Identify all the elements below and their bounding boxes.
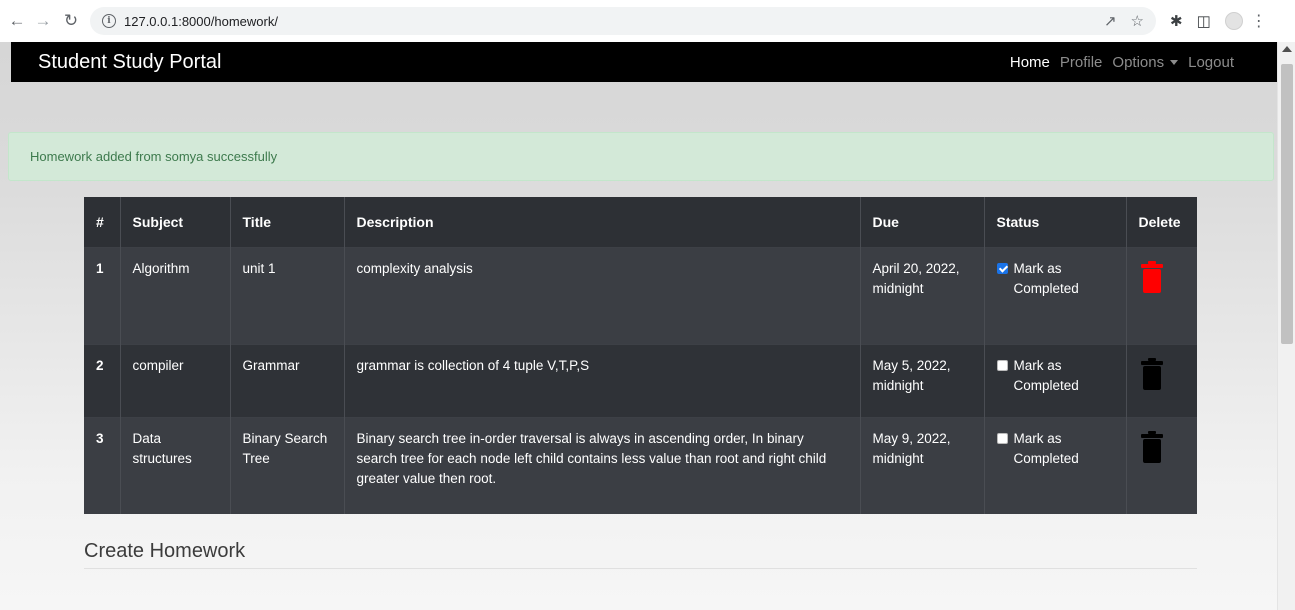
trash-icon[interactable] bbox=[1140, 260, 1163, 299]
nav-home-link[interactable]: Home bbox=[1010, 54, 1050, 71]
scrollbar-thumb[interactable] bbox=[1281, 64, 1293, 344]
address-bar[interactable]: i 127.0.0.1:8000/homework/ ↗ ☆ bbox=[90, 7, 1156, 35]
header-delete: Delete bbox=[1138, 214, 1181, 230]
completed-checkbox[interactable] bbox=[996, 432, 1008, 444]
table-row: 1 Algorithm unit 1 complexity analysis A… bbox=[84, 247, 1197, 344]
row-description: complexity analysis bbox=[344, 247, 861, 344]
homework-table: # Subject Title Description Due Status D… bbox=[84, 197, 1197, 514]
mark-completed-toggle[interactable]: Mark as Completed bbox=[996, 259, 1114, 299]
page-viewport: Student Study Portal Home Profile Option… bbox=[0, 42, 1277, 610]
row-title: Grammar bbox=[230, 344, 345, 417]
row-subject: Data structures bbox=[120, 417, 231, 514]
header-title: Title bbox=[230, 197, 345, 247]
scroll-up-arrow-icon[interactable] bbox=[1282, 46, 1292, 52]
nav-profile-link[interactable]: Profile bbox=[1060, 54, 1103, 71]
table-row: 3 Data structures Binary Search Tree Bin… bbox=[84, 417, 1197, 514]
profile-avatar-icon[interactable] bbox=[1224, 12, 1243, 30]
table-row: 2 compiler Grammar grammar is collection… bbox=[84, 344, 1197, 417]
success-alert: Homework added from somya successfully bbox=[8, 132, 1274, 181]
mark-completed-label: Mark as Completed bbox=[1013, 357, 1079, 393]
table-header-row: # Subject Title Description Due Status D… bbox=[84, 197, 1197, 247]
row-subject: Algorithm bbox=[120, 247, 231, 344]
header-due: Due bbox=[860, 197, 985, 247]
row-num: 1 bbox=[84, 247, 121, 344]
row-due: May 5, 2022, midnight bbox=[860, 344, 985, 417]
site-navbar: Student Study Portal Home Profile Option… bbox=[11, 42, 1277, 82]
row-num: 2 bbox=[84, 344, 121, 417]
header-subject: Subject bbox=[120, 197, 231, 247]
extensions-puzzle-icon[interactable]: ✱ bbox=[1170, 12, 1183, 30]
section-divider bbox=[84, 568, 1197, 569]
completed-checkbox[interactable] bbox=[996, 359, 1008, 371]
create-homework-heading: Create Homework bbox=[84, 540, 246, 562]
nav-logout-link[interactable]: Logout bbox=[1188, 54, 1234, 71]
mark-completed-toggle[interactable]: Mark as Completed bbox=[996, 429, 1114, 469]
row-status: Mark as Completed bbox=[984, 417, 1127, 514]
trash-icon[interactable] bbox=[1140, 430, 1163, 469]
alert-message: Homework added from somya successfully bbox=[30, 149, 278, 164]
row-num: 3 bbox=[84, 417, 121, 514]
reload-icon[interactable]: ↻ bbox=[60, 10, 82, 32]
row-delete bbox=[1126, 417, 1197, 514]
brand-title[interactable]: Student Study Portal bbox=[38, 51, 221, 74]
info-icon[interactable]: i bbox=[102, 14, 116, 28]
url-text[interactable]: 127.0.0.1:8000/homework/ bbox=[124, 14, 278, 29]
forward-arrow-icon[interactable]: → bbox=[32, 10, 54, 32]
side-panel-icon[interactable]: ◫ bbox=[1197, 12, 1211, 30]
row-status: Mark as Completed bbox=[984, 247, 1127, 344]
row-due: April 20, 2022, midnight bbox=[860, 247, 985, 344]
page-scrollbar[interactable] bbox=[1277, 42, 1295, 610]
header-description: Description bbox=[344, 197, 861, 247]
row-description: grammar is collection of 4 tuple V,T,P,S bbox=[344, 344, 861, 417]
trash-icon[interactable] bbox=[1140, 357, 1163, 396]
row-subject: compiler bbox=[120, 344, 231, 417]
nav-links: Home Profile Options Logout bbox=[1010, 42, 1234, 82]
header-num: # bbox=[84, 197, 121, 247]
back-arrow-icon[interactable]: ← bbox=[6, 10, 28, 32]
row-delete bbox=[1126, 344, 1197, 417]
row-title: unit 1 bbox=[230, 247, 345, 344]
nav-options-label: Options bbox=[1112, 53, 1165, 71]
browser-toolbar: ← → ↻ i 127.0.0.1:8000/homework/ ↗ ☆ ✱ ◫… bbox=[0, 0, 1295, 42]
mark-completed-toggle[interactable]: Mark as Completed bbox=[996, 356, 1114, 396]
completed-checkbox[interactable] bbox=[996, 262, 1008, 274]
row-due: May 9, 2022, midnight bbox=[860, 417, 985, 514]
nav-options-dropdown[interactable]: Options bbox=[1112, 53, 1179, 71]
row-title: Binary Search Tree bbox=[230, 417, 345, 514]
mark-completed-label: Mark as Completed bbox=[1013, 430, 1079, 466]
header-status: Status bbox=[984, 197, 1127, 247]
caret-down-icon bbox=[1170, 60, 1179, 66]
mark-completed-label: Mark as Completed bbox=[1013, 260, 1079, 296]
row-delete bbox=[1126, 247, 1197, 344]
row-status: Mark as Completed bbox=[984, 344, 1127, 417]
row-description: Binary search tree in-order traversal is… bbox=[344, 417, 861, 514]
share-icon[interactable]: ↗ bbox=[1104, 12, 1117, 30]
more-menu-icon[interactable]: ⋮ bbox=[1251, 11, 1267, 31]
bookmark-star-icon[interactable]: ☆ bbox=[1131, 12, 1144, 30]
